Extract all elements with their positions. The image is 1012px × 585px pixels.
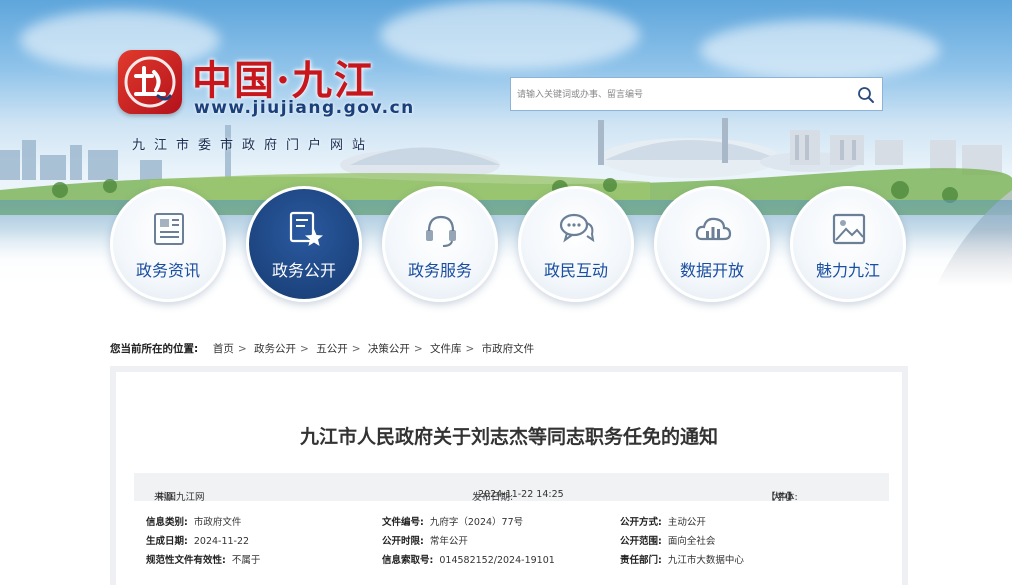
info-value: 常年公开 [429,536,468,547]
site-subtitle: 九江市委市政府门户网站 [132,138,375,153]
breadcrumb-link-home[interactable]: 首页 [213,343,234,355]
info-value: 主动公开 [667,517,706,528]
nav-label: 政务公开 [271,261,336,280]
info-key: 文件编号: [382,517,424,528]
headset-icon [426,215,456,247]
breadcrumb-separator: > [351,343,361,355]
nav-item-gov-service[interactable]: 政务服务 [382,186,498,302]
font-size-control: 【字体: 大 中 小 】 [766,481,798,503]
breadcrumb-lead: 您当前所在的位置: [110,343,199,355]
nav-label: 政务服务 [407,261,472,280]
info-value: 市政府文件 [193,517,242,528]
article-meta-bar: 来源: 中国九江网 发布日期: 2024-11-22 14:25 【字体: 大 … [134,473,889,503]
chat-bubbles-icon [559,213,595,243]
site-url: www.jiujiang.gov.cn [194,98,415,118]
breadcrumb-link-file-library[interactable]: 文件库 [430,343,462,355]
info-publish-scope: 公开范围: 面向全社会 [620,533,715,547]
cloud-chart-icon [695,217,732,241]
info-key: 信息类别: [146,517,188,528]
nav-item-gov-open[interactable]: 政务公开 [246,186,362,302]
picture-icon [832,213,866,245]
breadcrumb-link-five-open[interactable]: 五公开 [316,343,348,355]
info-key: 公开方式: [620,517,662,528]
source-value: 中国九江网 [157,492,205,503]
breadcrumb-separator: > [237,343,247,355]
document-star-icon [289,211,323,246]
city-logo-badge [118,50,182,114]
breadcrumb-separator: > [300,343,309,355]
search-button[interactable] [856,85,876,105]
search-icon [858,87,874,103]
info-index-number: 信息索取号: 014582152/2024-19101 [382,552,555,566]
nav-label: 政务资讯 [135,261,200,280]
nav-label: 魅力九江 [815,261,880,280]
nav-label: 政民互动 [543,261,608,280]
info-value: 不属于 [231,555,261,566]
info-publish-method: 公开方式: 主动公开 [620,514,706,528]
font-size-close: 】 [787,492,797,503]
breadcrumb: 您当前所在的位置: 首页 > 政务公开 > 五公开 > 决策公开 > 文件库 > 市政府文… [110,341,534,356]
breadcrumb-link-gov-open[interactable]: 政务公开 [254,343,296,355]
info-value: 面向全社会 [667,536,716,547]
nav-item-charm-jiujiang[interactable]: 魅力九江 [790,186,906,302]
info-generate-date: 生成日期: 2024-11-22 [146,533,249,547]
nav-item-news[interactable]: 政务资讯 [110,186,226,302]
info-normative-validity: 规范性文件有效性: 不属于 [146,552,260,566]
article-panel: 九江市人民政府关于刘志杰等同志职务任免的通知 来源: 中国九江网 发布日期: 2… [110,366,908,585]
info-value: 2024-11-22 [193,536,250,547]
publish-date-field: 发布日期: 2024-11-22 14:25 [472,481,564,503]
info-key: 责任部门: [620,555,662,566]
article-title: 九江市人民政府关于刘志杰等同志职务任免的通知 [299,426,718,448]
breadcrumb-separator: > [413,343,423,355]
search-input[interactable] [517,86,837,104]
info-publish-period: 公开时限: 常年公开 [382,533,468,547]
info-category: 信息类别: 市政府文件 [146,514,241,528]
newspaper-icon [154,213,184,245]
breadcrumb-link-city-gov-files[interactable]: 市政府文件 [482,343,535,355]
info-value: 九江市大数据中心 [667,555,744,566]
info-file-number: 文件编号: 九府字（2024）77号 [382,514,523,528]
search-box [510,77,883,111]
breadcrumb-separator: > [465,343,475,355]
info-key: 公开时限: [382,536,424,547]
info-key: 公开范围: [620,536,662,547]
nav-label: 数据开放 [679,261,744,280]
publish-date-value: 2024-11-22 14:25 [478,489,564,500]
info-responsible-dept: 责任部门: 九江市大数据中心 [620,552,744,566]
info-key: 规范性文件有效性: [146,555,226,566]
info-key: 生成日期: [146,536,188,547]
source-field: 来源: 中国九江网 [154,481,205,503]
info-value: 014582152/2024-19101 [439,555,555,566]
info-value: 九府字（2024）77号 [429,517,524,528]
nav-item-data-open[interactable]: 数据开放 [654,186,770,302]
breadcrumb-link-decision-open[interactable]: 决策公开 [368,343,410,355]
nav-item-interaction[interactable]: 政民互动 [518,186,634,302]
info-key: 信息索取号: [382,555,434,566]
